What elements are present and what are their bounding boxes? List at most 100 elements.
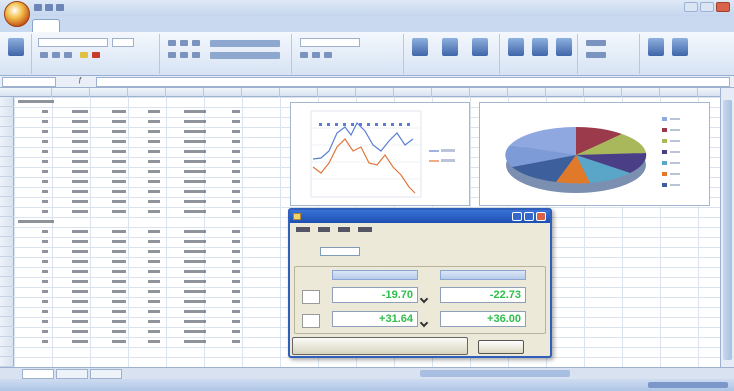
- align-bottom-icon[interactable]: [192, 40, 200, 46]
- dialog-calculate-button[interactable]: [292, 337, 468, 355]
- wrap-text-button[interactable]: [210, 40, 280, 47]
- line-chart[interactable]: [290, 102, 470, 206]
- dialog-close-button[interactable]: [478, 340, 524, 354]
- tab-page-layout[interactable]: [90, 20, 130, 32]
- italic-icon[interactable]: [52, 52, 60, 58]
- column-header[interactable]: [204, 88, 242, 97]
- scrollbar-thumb[interactable]: [723, 100, 732, 360]
- row-header[interactable]: [0, 347, 14, 357]
- insert-cells-icon[interactable]: [508, 38, 524, 56]
- fill-color-icon[interactable]: [80, 52, 88, 58]
- tab-formulas[interactable]: [132, 20, 162, 32]
- vertical-scrollbar[interactable]: [720, 88, 734, 367]
- close-icon[interactable]: [536, 212, 546, 221]
- row-header[interactable]: [0, 267, 14, 277]
- dialog-menu-item[interactable]: [318, 227, 330, 232]
- align-right-icon[interactable]: [192, 52, 200, 58]
- row-header[interactable]: [0, 357, 14, 367]
- row-header[interactable]: [0, 197, 14, 207]
- column-header[interactable]: [622, 88, 660, 97]
- column-header[interactable]: [356, 88, 394, 97]
- row-header[interactable]: [0, 167, 14, 177]
- column-header[interactable]: [280, 88, 318, 97]
- column-header[interactable]: [432, 88, 470, 97]
- close-icon[interactable]: [716, 2, 730, 12]
- fill-icon[interactable]: [586, 52, 606, 58]
- row-header[interactable]: [0, 337, 14, 347]
- comma-icon[interactable]: [324, 52, 332, 58]
- sheet-tab[interactable]: [90, 369, 122, 379]
- dialog-menu-item[interactable]: [358, 227, 372, 232]
- tab-review[interactable]: [188, 20, 214, 32]
- row-header[interactable]: [0, 147, 14, 157]
- format-table-icon[interactable]: [442, 38, 458, 56]
- dialog-menu-item[interactable]: [338, 227, 350, 232]
- font-color-icon[interactable]: [92, 52, 100, 58]
- value-field-r1c2[interactable]: -22.73: [440, 287, 526, 303]
- column-header[interactable]: [508, 88, 546, 97]
- column-header[interactable]: [90, 88, 128, 97]
- sheet-tab[interactable]: [56, 369, 88, 379]
- tab-home[interactable]: [32, 19, 60, 32]
- row-header[interactable]: [0, 187, 14, 197]
- align-top-icon[interactable]: [168, 40, 176, 46]
- row-header[interactable]: [0, 157, 14, 167]
- delete-cells-icon[interactable]: [532, 38, 548, 56]
- row-header[interactable]: [0, 257, 14, 267]
- column-header[interactable]: [546, 88, 584, 97]
- dialog-title-bar[interactable]: [290, 210, 550, 223]
- font-size-select[interactable]: [112, 38, 134, 47]
- percent-icon[interactable]: [312, 52, 320, 58]
- tab-view[interactable]: [216, 20, 238, 32]
- zoom-slider[interactable]: [648, 382, 728, 388]
- row-header[interactable]: [0, 307, 14, 317]
- row-header[interactable]: [0, 127, 14, 137]
- dialog-menu-item[interactable]: [296, 227, 310, 232]
- align-middle-icon[interactable]: [180, 40, 188, 46]
- minimize-icon[interactable]: [684, 2, 698, 12]
- column-header[interactable]: [470, 88, 508, 97]
- row-header[interactable]: [0, 327, 14, 337]
- sort-filter-icon[interactable]: [648, 38, 664, 56]
- row-header[interactable]: [0, 97, 14, 107]
- value-field-r2c2[interactable]: +36.00: [440, 311, 526, 327]
- autosum-icon[interactable]: [586, 40, 606, 46]
- row-header[interactable]: [0, 277, 14, 287]
- currency-icon[interactable]: [300, 52, 308, 58]
- number-format-select[interactable]: [300, 38, 360, 47]
- row-header[interactable]: [0, 247, 14, 257]
- conditional-format-icon[interactable]: [412, 38, 428, 56]
- row-header[interactable]: [0, 107, 14, 117]
- paste-icon[interactable]: [8, 38, 24, 56]
- cell-styles-icon[interactable]: [472, 38, 488, 56]
- column-header[interactable]: [166, 88, 204, 97]
- undo-icon[interactable]: [45, 4, 53, 11]
- maximize-icon[interactable]: [700, 2, 714, 12]
- column-header[interactable]: [14, 88, 52, 97]
- dialog-unit-select[interactable]: [320, 247, 360, 256]
- row-header[interactable]: [0, 207, 14, 217]
- sheet-tab[interactable]: [22, 369, 54, 379]
- tab-addins[interactable]: [240, 20, 270, 32]
- pie-chart[interactable]: [479, 102, 710, 206]
- row-header[interactable]: [0, 297, 14, 307]
- align-center-icon[interactable]: [180, 52, 188, 58]
- merge-center-button[interactable]: [210, 52, 280, 59]
- value-field-r2c1[interactable]: +31.64: [332, 311, 418, 327]
- horizontal-scrollbar[interactable]: [420, 370, 570, 377]
- tab-insert[interactable]: [62, 20, 88, 32]
- find-select-icon[interactable]: [672, 38, 688, 56]
- minimize-icon[interactable]: [512, 212, 522, 221]
- underline-icon[interactable]: [64, 52, 72, 58]
- tab-data[interactable]: [164, 20, 186, 32]
- maximize-icon[interactable]: [524, 212, 534, 221]
- column-header[interactable]: [52, 88, 90, 97]
- function-icon[interactable]: ƒ: [78, 77, 82, 84]
- row-header[interactable]: [0, 287, 14, 297]
- value-field-r1c1[interactable]: -19.70: [332, 287, 418, 303]
- column-header[interactable]: [242, 88, 280, 97]
- formula-input[interactable]: [96, 77, 730, 87]
- row-header[interactable]: [0, 317, 14, 327]
- row-header[interactable]: [0, 237, 14, 247]
- column-header[interactable]: [584, 88, 622, 97]
